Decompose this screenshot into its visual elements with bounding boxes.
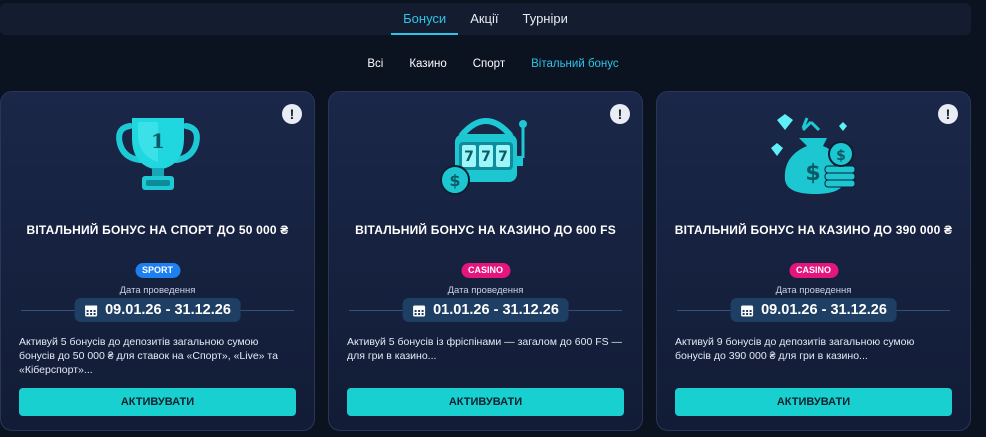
card-description: Активуй 5 бонусів із фріспінами — загало… xyxy=(347,336,623,362)
date-range: 09.01.26 - 31.12.26 xyxy=(74,298,241,322)
date-label: Дата проведення xyxy=(119,285,196,296)
date-range: 01.01.26 - 31.12.26 xyxy=(402,298,569,322)
tab-tournaments[interactable]: Турніри xyxy=(511,3,580,35)
calendar-icon xyxy=(412,305,425,316)
date-range-text: 09.01.26 - 31.12.26 xyxy=(105,302,231,318)
card-title: ВІТАЛЬНИЙ БОНУС НА КАЗИНО ДО 600 FS xyxy=(355,223,616,237)
filter-all[interactable]: Всі xyxy=(367,58,383,70)
date-label: Дата проведення xyxy=(775,285,852,296)
activate-button[interactable]: АКТИВУВАТИ xyxy=(347,388,624,416)
activate-button[interactable]: АКТИВУВАТИ xyxy=(19,388,296,416)
sport-badge: SPORT xyxy=(134,263,181,278)
svg-text:$: $ xyxy=(836,148,846,164)
svg-text:7: 7 xyxy=(481,149,491,165)
bonus-card-casino-money: ! $ $ ВІТАЛЬНИЙ БОНУС НА КАЗИНО ДО 390 0… xyxy=(656,91,971,431)
calendar-icon xyxy=(740,305,753,316)
card-description: Активуй 9 бонусів до депозитів загальною… xyxy=(675,336,915,362)
casino-badge: CASINO xyxy=(460,263,511,278)
tab-promotions[interactable]: Акції xyxy=(458,3,510,35)
bonus-filters: Всі Казино Спорт Вітальний бонус xyxy=(0,52,986,76)
filter-welcome-bonus[interactable]: Вітальний бонус xyxy=(531,58,619,70)
card-title: ВІТАЛЬНИЙ БОНУС НА СПОРТ ДО 50 000 ₴ xyxy=(26,223,289,237)
date-range-text: 01.01.26 - 31.12.26 xyxy=(433,302,559,318)
card-description: Активуй 5 бонусів до депозитів загальною… xyxy=(19,336,278,376)
filter-sport[interactable]: Спорт xyxy=(473,58,505,70)
svg-text:7: 7 xyxy=(464,149,474,165)
money-bag-icon: $ $ xyxy=(657,110,970,198)
svg-text:$: $ xyxy=(805,161,820,186)
filter-casino[interactable]: Казино xyxy=(409,58,446,70)
bonus-card-sport: ! 1 ВІТАЛЬНИЙ БОНУС НА СПОРТ ДО 50 000 ₴… xyxy=(0,91,315,431)
calendar-icon xyxy=(84,305,97,316)
date-label: Дата проведення xyxy=(447,285,524,296)
top-tabs: Бонуси Акції Турніри xyxy=(0,3,971,35)
card-title: ВІТАЛЬНИЙ БОНУС НА КАЗИНО ДО 390 000 ₴ xyxy=(674,223,953,237)
casino-badge: CASINO xyxy=(788,263,839,278)
tab-bonuses[interactable]: Бонуси xyxy=(391,3,459,35)
slot-machine-icon: 777 $ xyxy=(329,110,642,198)
svg-text:1: 1 xyxy=(151,129,165,153)
date-range: 09.01.26 - 31.12.26 xyxy=(730,298,897,322)
svg-text:7: 7 xyxy=(498,149,508,165)
activate-button[interactable]: АКТИВУВАТИ xyxy=(675,388,952,416)
trophy-icon: 1 xyxy=(1,110,314,198)
date-range-text: 09.01.26 - 31.12.26 xyxy=(761,302,887,318)
svg-text:$: $ xyxy=(449,171,460,190)
bonus-card-casino-fs: ! 777 $ ВІТАЛЬНИЙ БОНУС НА КАЗИНО ДО 600… xyxy=(328,91,643,431)
